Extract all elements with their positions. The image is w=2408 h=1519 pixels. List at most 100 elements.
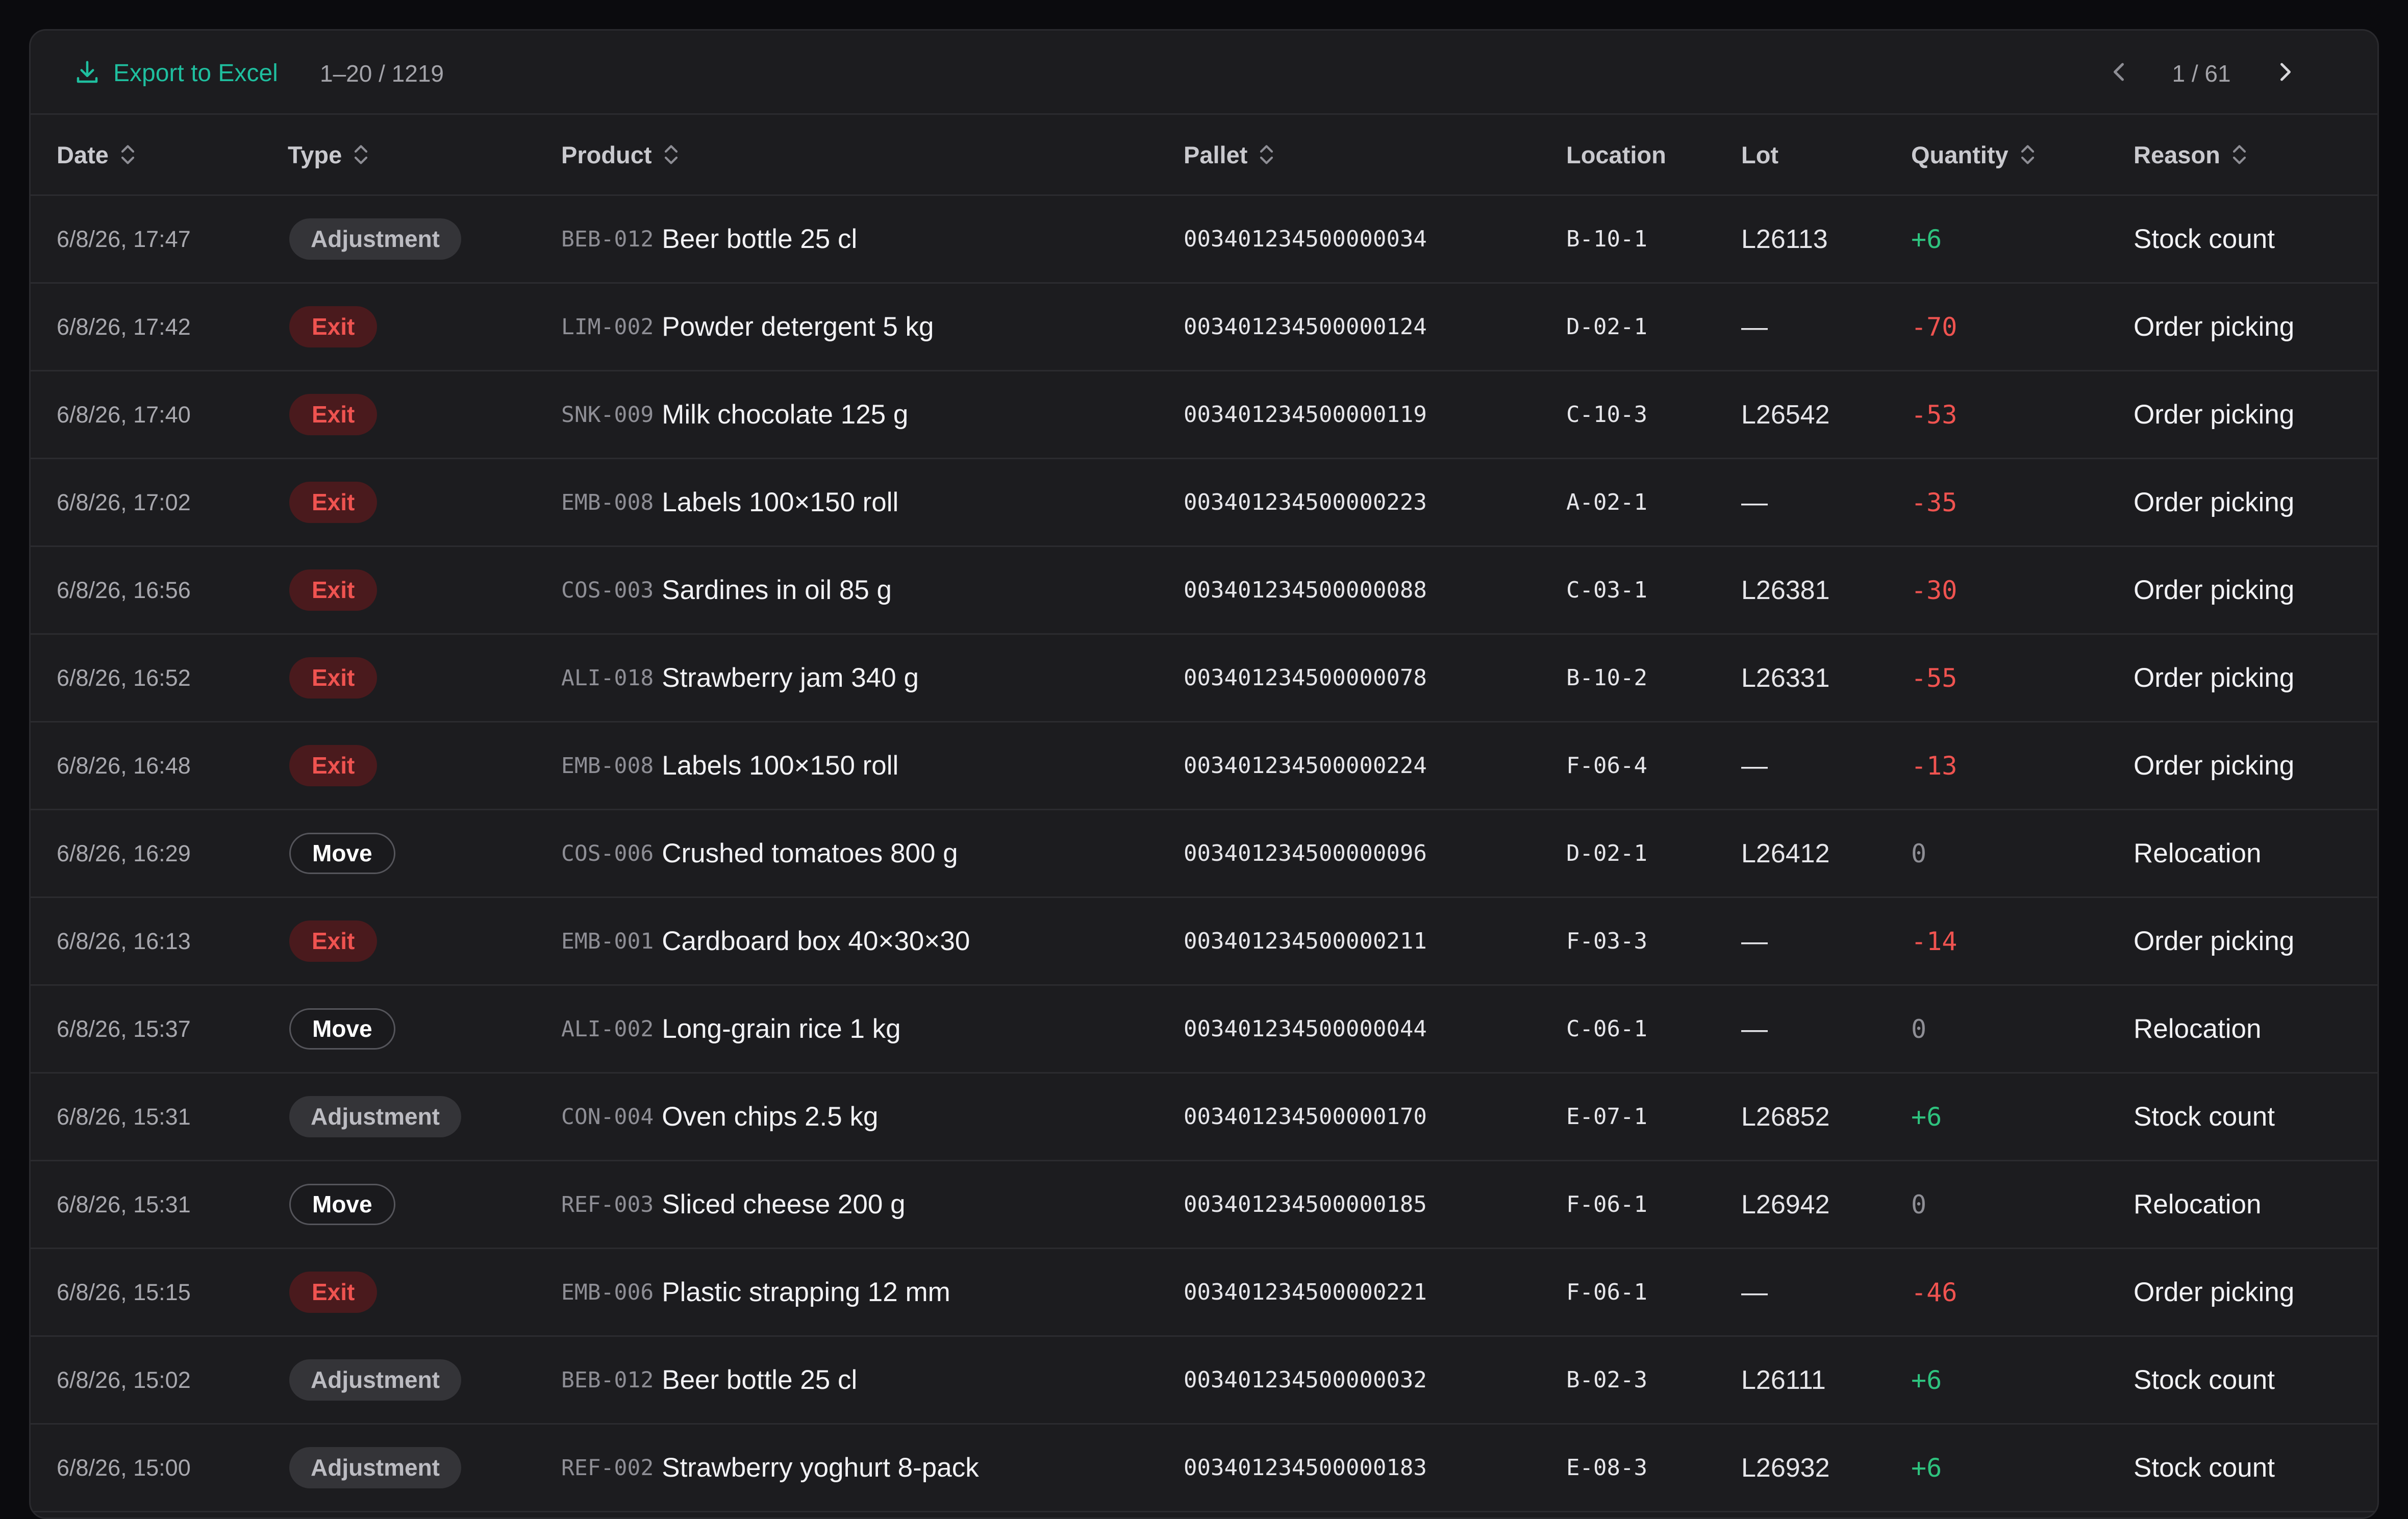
- date-cell: 6/8/26, 15:00: [57, 1454, 191, 1481]
- pallet-cell: 003401234500000096: [1184, 840, 1427, 866]
- date-cell: 6/8/26, 15:37: [57, 1015, 191, 1042]
- date-cell: 6/8/26, 17:02: [57, 489, 191, 515]
- product-code: COS-003: [561, 577, 654, 603]
- column-header-location: Location: [1566, 115, 1666, 194]
- type-cell: Move: [289, 986, 395, 1072]
- location-cell: D-02-1: [1566, 314, 1647, 340]
- product-name: Cardboard box 40×30×30: [662, 926, 970, 956]
- pallet-cell: 003401234500000223: [1184, 489, 1427, 515]
- type-cell: Exit: [289, 547, 378, 633]
- type-badge: Move: [289, 833, 395, 874]
- product-name: Labels 100×150 roll: [662, 487, 899, 517]
- quantity-cell: -30: [1911, 575, 1958, 605]
- table-row[interactable]: 6/8/26, 17:42 Exit LIM-002 Powder deterg…: [31, 284, 2377, 371]
- table-row[interactable]: 6/8/26, 15:00 Adjustment REF-002 Strawbe…: [31, 1425, 2377, 1512]
- chevron-left-icon: [2103, 63, 2134, 89]
- column-header-pallet[interactable]: Pallet: [1184, 115, 1275, 194]
- quantity-cell: -35: [1911, 487, 1958, 517]
- export-to-excel-button[interactable]: Export to Excel: [73, 55, 278, 92]
- type-badge: Move: [289, 1008, 395, 1050]
- product-cell: EMB-008 Labels 100×150 roll: [561, 723, 898, 809]
- product-cell: REF-002 Strawberry yoghurt 8-pack: [561, 1425, 979, 1511]
- export-label: Export to Excel: [113, 60, 278, 87]
- product-code: BEB-012: [561, 226, 654, 252]
- type-badge: Adjustment: [289, 218, 461, 260]
- lot-cell: L26113: [1741, 224, 1828, 254]
- reason-cell: Order picking: [2134, 575, 2295, 605]
- table-row[interactable]: 6/8/26, 16:56 Exit COS-003 Sardines in o…: [31, 547, 2377, 635]
- quantity-cell: +6: [1911, 224, 1942, 254]
- quantity-cell: -55: [1911, 663, 1958, 693]
- type-cell: Adjustment: [289, 1074, 461, 1160]
- table-row[interactable]: 6/8/26, 15:02 Adjustment BEB-012 Beer bo…: [31, 1337, 2377, 1425]
- table-row[interactable]: 6/8/26, 17:40 Exit SNK-009 Milk chocolat…: [31, 371, 2377, 459]
- pallet-cell: 003401234500000211: [1184, 928, 1427, 954]
- location-cell: E-08-3: [1566, 1455, 1647, 1481]
- product-cell: CON-004 Oven chips 2.5 kg: [561, 1074, 878, 1160]
- product-name: Beer bottle 25 cl: [662, 1365, 858, 1395]
- column-header-reason[interactable]: Reason: [2134, 115, 2248, 194]
- date-cell: 6/8/26, 16:29: [57, 840, 191, 866]
- product-code: SNK-009: [561, 402, 654, 428]
- table-row[interactable]: 6/8/26, 17:47 Adjustment BEB-012 Beer bo…: [31, 196, 2377, 284]
- location-cell: B-10-2: [1566, 665, 1647, 691]
- reason-cell: Order picking: [2134, 751, 2295, 781]
- type-badge: Exit: [289, 394, 378, 435]
- column-header-date[interactable]: Date: [57, 115, 136, 194]
- column-label: Reason: [2134, 141, 2220, 168]
- column-header-product[interactable]: Product: [561, 115, 680, 194]
- sort-icon: [1260, 145, 1273, 164]
- column-header-type[interactable]: Type: [288, 115, 369, 194]
- type-badge: Move: [289, 1184, 395, 1225]
- type-cell: Adjustment: [289, 1337, 461, 1423]
- type-cell: Adjustment: [289, 1425, 461, 1511]
- reason-cell: Order picking: [2134, 400, 2295, 430]
- product-code: REF-003: [561, 1191, 654, 1217]
- product-code: EMB-001: [561, 928, 654, 954]
- lot-cell: L26542: [1741, 400, 1830, 430]
- table-row[interactable]: 6/8/26, 15:37 Move ALI-002 Long-grain ri…: [31, 986, 2377, 1074]
- type-cell: Exit: [289, 371, 378, 458]
- product-code: ALI-018: [561, 665, 654, 691]
- sort-icon: [121, 145, 134, 164]
- lot-cell: —: [1741, 926, 1768, 956]
- location-cell: B-10-1: [1566, 226, 1647, 252]
- table-row[interactable]: 6/8/26, 16:48 Exit EMB-008 Labels 100×15…: [31, 723, 2377, 810]
- lot-cell: —: [1741, 751, 1768, 781]
- product-cell: REF-003 Sliced cheese 200 g: [561, 1161, 906, 1248]
- date-cell: 6/8/26, 17:40: [57, 401, 191, 428]
- movements-panel: Export to Excel 1–20 / 1219 1 / 61 Date …: [29, 29, 2379, 1519]
- reason-cell: Relocation: [2134, 838, 2262, 868]
- quantity-cell: -70: [1911, 312, 1958, 342]
- sort-icon: [2021, 145, 2034, 164]
- product-code: REF-002: [561, 1455, 654, 1481]
- table-row[interactable]: 6/8/26, 15:31 Adjustment CON-004 Oven ch…: [31, 1074, 2377, 1161]
- table-row[interactable]: 6/8/26, 16:13 Exit EMB-001 Cardboard box…: [31, 898, 2377, 986]
- column-header-quantity[interactable]: Quantity: [1911, 115, 2036, 194]
- table-row[interactable]: 6/8/26, 16:52 Exit ALI-018 Strawberry ja…: [31, 635, 2377, 723]
- lot-cell: —: [1741, 1014, 1768, 1044]
- column-label: Lot: [1741, 141, 1779, 168]
- table-row[interactable]: 6/8/26, 17:02 Exit EMB-008 Labels 100×15…: [31, 459, 2377, 547]
- type-cell: Exit: [289, 459, 378, 545]
- reason-cell: Relocation: [2134, 1189, 2262, 1219]
- type-cell: Move: [289, 1161, 395, 1248]
- date-cell: 6/8/26, 16:13: [57, 928, 191, 954]
- table-row[interactable]: 6/8/26, 15:15 Exit EMB-006 Plastic strap…: [31, 1249, 2377, 1337]
- pallet-cell: 003401234500000044: [1184, 1016, 1427, 1042]
- table-row[interactable]: 6/8/26, 16:29 Move COS-006 Crushed tomat…: [31, 810, 2377, 898]
- pallet-cell: 003401234500000185: [1184, 1191, 1427, 1217]
- next-page-button[interactable]: [2270, 57, 2301, 87]
- sort-icon: [355, 145, 368, 164]
- previous-page-button[interactable]: [2103, 57, 2134, 87]
- pallet-cell: 003401234500000119: [1184, 402, 1427, 428]
- type-cell: Move: [289, 810, 395, 897]
- product-cell: LIM-002 Powder detergent 5 kg: [561, 284, 934, 370]
- column-label: Pallet: [1184, 141, 1248, 168]
- product-name: Milk chocolate 125 g: [662, 400, 909, 430]
- quantity-cell: +6: [1911, 1453, 1942, 1483]
- lot-cell: —: [1741, 1277, 1768, 1307]
- table-row[interactable]: 6/8/26, 15:31 Move REF-003 Sliced cheese…: [31, 1161, 2377, 1249]
- location-cell: A-02-1: [1566, 489, 1647, 515]
- type-cell: Exit: [289, 898, 378, 984]
